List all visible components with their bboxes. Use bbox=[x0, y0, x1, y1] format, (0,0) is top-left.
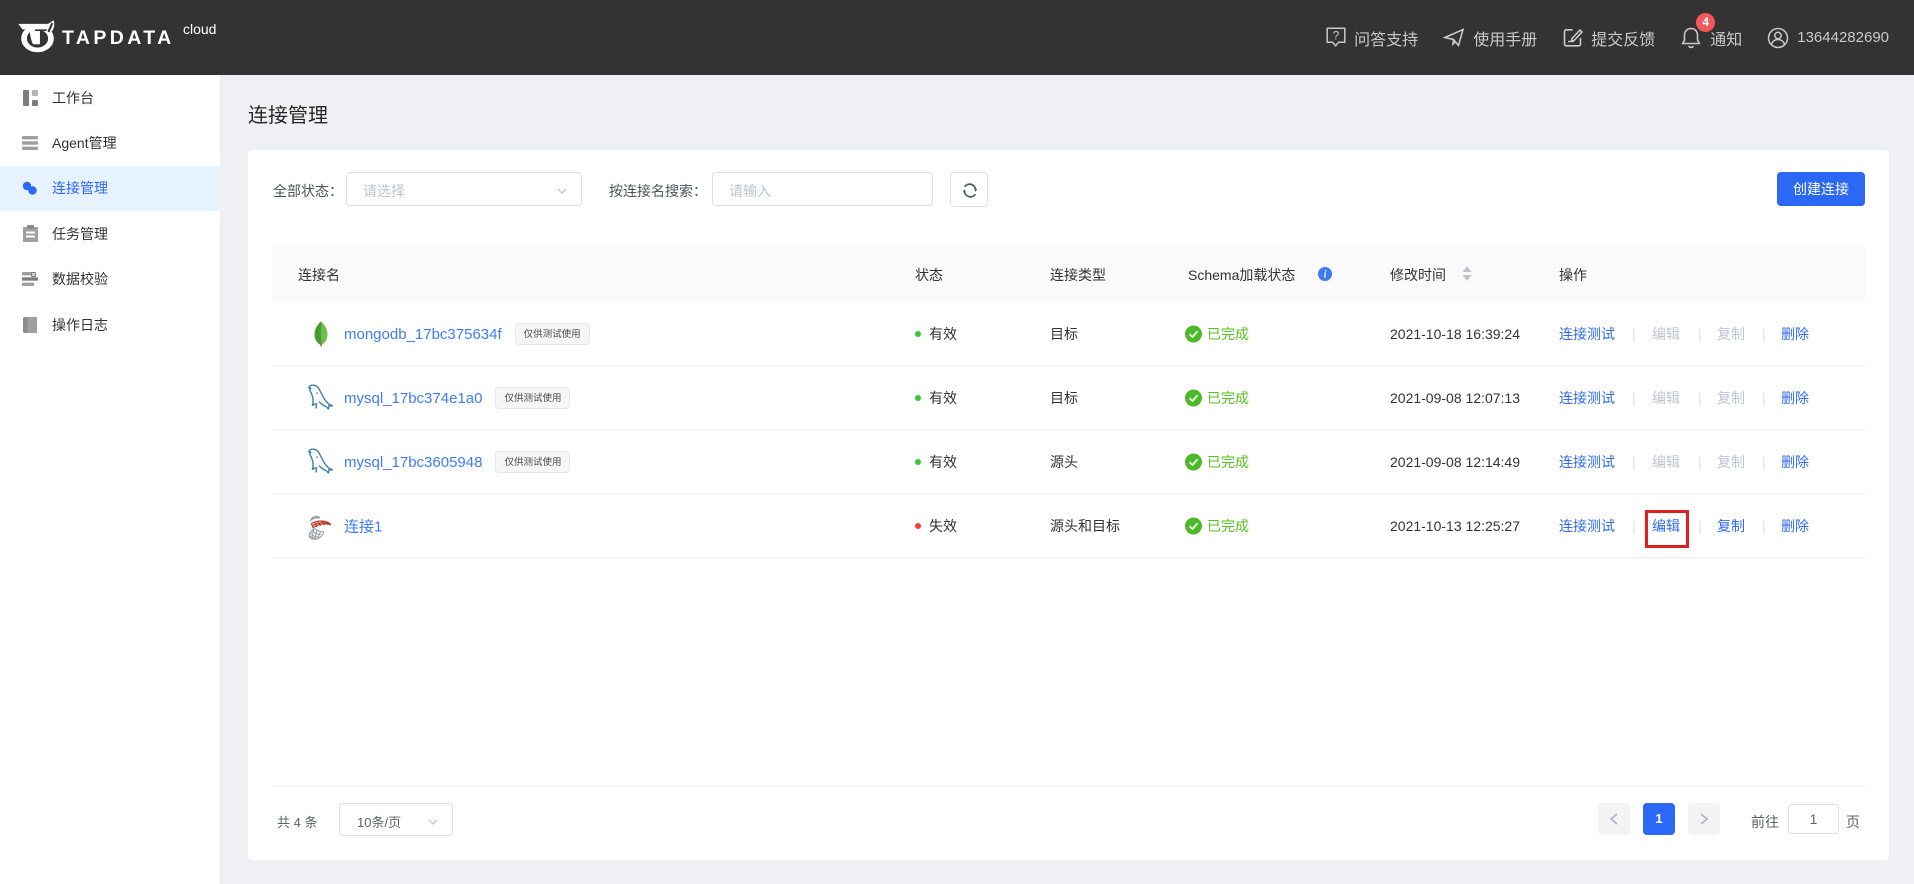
svg-text:i: i bbox=[1324, 270, 1327, 281]
svg-text:?: ? bbox=[1333, 29, 1340, 43]
